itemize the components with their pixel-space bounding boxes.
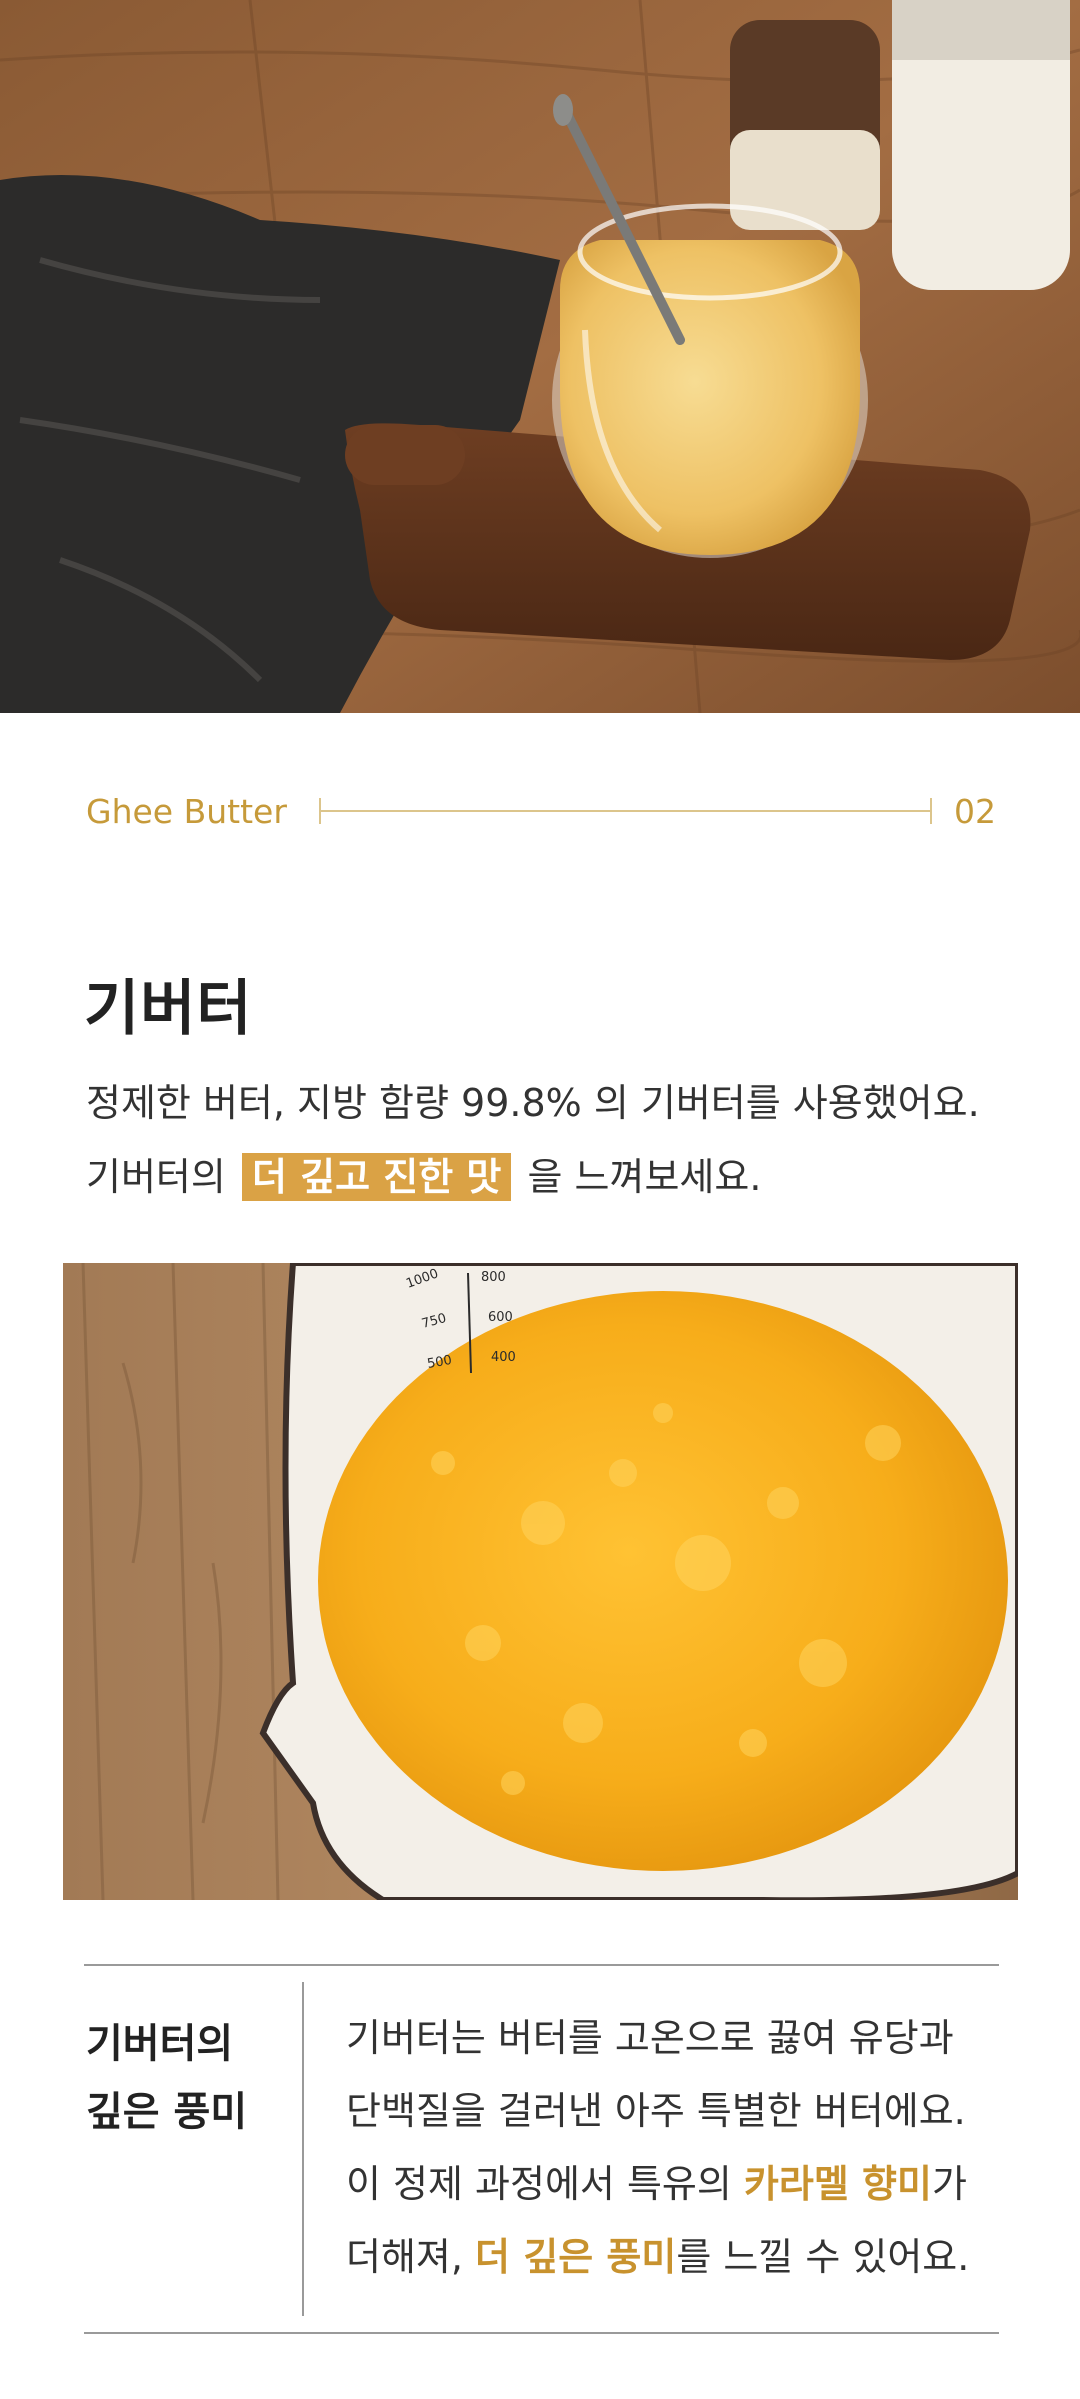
- section-label-row: Ghee Butter 02: [86, 785, 996, 837]
- svg-text:800: 800: [481, 1270, 506, 1285]
- intro-line-1: 정제한 버터, 지방 함량 99.8% 의 기버터를 사용했어요.: [86, 1081, 980, 1125]
- svg-text:400: 400: [491, 1350, 516, 1365]
- section-number: 02: [954, 791, 996, 831]
- hero-photo: [0, 0, 1080, 713]
- info-body-line-4: 더해져, 더 깊은 풍미를 느낄 수 있어요.: [346, 2221, 1006, 2294]
- intro-line-2: 기버터의 더 깊고 진한 맛 을 느껴보세요.: [86, 1140, 1046, 1214]
- melted-butter-photo: 1000 750 500 800 600 400: [63, 1263, 1018, 1900]
- intro-line-2-before: 기버터의: [86, 1155, 226, 1199]
- intro-highlight: 더 깊고 진한 맛: [241, 1153, 512, 1201]
- section-brand-label: Ghee Butter: [86, 791, 287, 831]
- page-title: 기버터: [84, 974, 253, 1044]
- info-body-line-3-before: 이 정제 과정에서 특유의: [346, 2162, 744, 2206]
- section-divider-line: [318, 798, 933, 824]
- info-body-line-2: 단백질을 걸러낸 아주 특별한 버터에요.: [346, 2089, 966, 2133]
- info-body-text: 기버터는 버터를 고온으로 끓여 유당과 단백질을 걸러낸 아주 특별한 버터에…: [346, 2002, 1006, 2294]
- caramel-flavor-highlight: 카라멜 향미: [743, 2162, 932, 2206]
- info-side-heading: 기버터의 깊은 풍미: [86, 2010, 286, 2146]
- deep-flavor-highlight: 더 깊은 풍미: [475, 2235, 677, 2279]
- info-body-line-4-before: 더해져,: [346, 2235, 476, 2279]
- info-body-line-4-after: 를 느낄 수 있어요.: [676, 2235, 970, 2279]
- info-table: 기버터의 깊은 풍미 기버터는 버터를 고온으로 끓여 유당과 단백질을 걸러낸…: [84, 1964, 999, 2334]
- info-body-line-1: 기버터는 버터를 고온으로 끓여 유당과: [346, 2016, 954, 2060]
- info-vertical-divider: [302, 1982, 304, 2316]
- info-body-line-3: 이 정제 과정에서 특유의 카라멜 향미가: [346, 2148, 1006, 2221]
- info-side-line-2: 깊은 풍미: [86, 2089, 248, 2135]
- intro-line-2-after: 을 느껴보세요.: [527, 1155, 762, 1199]
- intro-text: 정제한 버터, 지방 함량 99.8% 의 기버터를 사용했어요. 기버터의 더…: [86, 1066, 1046, 1214]
- info-body-line-3-after: 가: [931, 2162, 967, 2206]
- info-side-line-1: 기버터의: [86, 2021, 234, 2067]
- svg-text:600: 600: [488, 1310, 513, 1325]
